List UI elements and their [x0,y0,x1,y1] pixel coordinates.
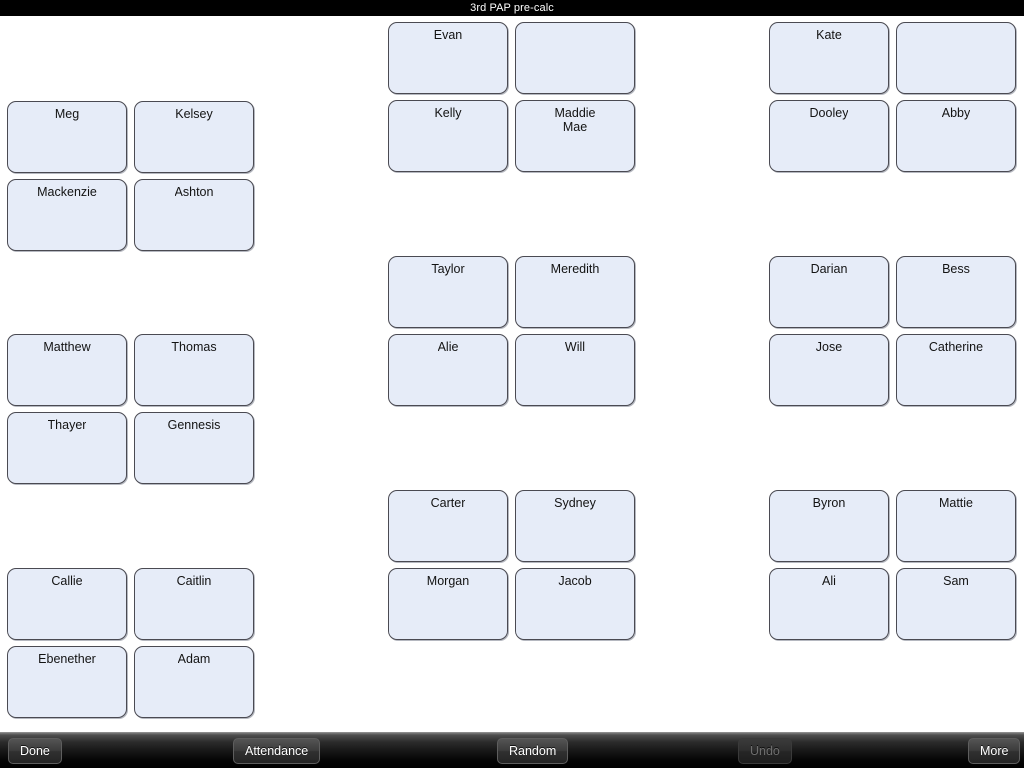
undo-button: Undo [738,738,792,764]
student-name: Mackenzie [37,185,97,199]
seating-chart-canvas[interactable]: Meg Kelsey Mackenzie Ashton Evan Kelly Maddie … [0,16,1024,732]
student-name: Thomas [171,340,217,354]
student-name: Bess [942,262,970,276]
student-name: Caitlin [176,574,212,588]
student-name: Callie [51,574,83,588]
student-name: Ebenether [38,652,96,666]
student-seat-card[interactable]: Matthew [7,334,127,406]
student-seat-card[interactable]: Sam [896,568,1016,640]
student-seat-card[interactable]: Gennesis [134,412,254,484]
student-name: Matthew [43,340,91,354]
student-name: Dooley [809,106,849,120]
student-name: Morgan [426,574,470,588]
student-seat-card[interactable]: Callie [7,568,127,640]
random-button[interactable]: Random [497,738,569,764]
student-name: Mattie [938,496,974,510]
student-seat-card[interactable]: Dooley [769,100,889,172]
student-seat-card[interactable]: Maddie Mae [515,100,635,172]
bottom-toolbar: Done Attendance Random Undo More [0,732,1024,768]
student-name: Carter [430,496,466,510]
student-seat-card[interactable]: Meredith [515,256,635,328]
student-name: Maddie Mae [554,106,596,134]
student-name: Kelsey [175,107,213,121]
seat-group: Matthew Thomas Thayer Gennesis [7,334,254,484]
student-name: Ashton [174,185,214,199]
student-seat-card[interactable]: Bess [896,256,1016,328]
student-seat-card[interactable]: Alie [388,334,508,406]
student-name: Jacob [558,574,592,588]
student-name: Thayer [47,418,87,432]
student-name: Meredith [550,262,600,276]
student-name: Kelly [434,106,462,120]
window-title: 3rd PAP pre-calc [470,1,554,14]
seat-group: Kate Dooley Abby [769,22,1016,172]
more-button[interactable]: More [968,738,1021,764]
student-seat-card[interactable]: Abby [896,100,1016,172]
seat-group: Meg Kelsey Mackenzie Ashton [7,101,254,251]
student-seat-card[interactable]: Jacob [515,568,635,640]
student-seat-card[interactable]: Caitlin [134,568,254,640]
student-name: Evan [433,28,463,42]
student-name: Ali [822,574,836,588]
student-seat-card[interactable]: Ali [769,568,889,640]
student-seat-card[interactable]: Darian [769,256,889,328]
student-name: Alie [437,340,459,354]
student-name: Byron [812,496,846,510]
seat-group: Callie Caitlin Ebenether Adam [7,568,254,718]
student-seat-card[interactable]: Sydney [515,490,635,562]
student-seat-card[interactable]: Evan [388,22,508,94]
student-seat-card[interactable]: Kelly [388,100,508,172]
student-name: Sydney [554,496,596,510]
app-window: 3rd PAP pre-calc Meg Kelsey Mackenzie Ashto… [0,0,1024,768]
student-seat-card[interactable]: Catherine [896,334,1016,406]
student-seat-card[interactable]: Mattie [896,490,1016,562]
student-seat-card[interactable]: Kelsey [134,101,254,173]
student-seat-card[interactable]: Thayer [7,412,127,484]
student-name: Jose [815,340,843,354]
student-name: Sam [943,574,969,588]
student-name: Kate [816,28,842,42]
seat-group: Darian Bess Jose Catherine [769,256,1016,406]
student-name: Will [564,340,586,354]
title-bar: 3rd PAP pre-calc [0,0,1024,16]
student-seat-card[interactable]: Byron [769,490,889,562]
student-name: Abby [941,106,971,120]
seat-group: Taylor Meredith Alie Will [388,256,635,406]
seat-group: Byron Mattie Ali Sam [769,490,1016,640]
student-name: Gennesis [167,418,221,432]
student-seat-card[interactable]: Meg [7,101,127,173]
seat-group: Evan Kelly Maddie Mae [388,22,635,172]
student-seat-card[interactable]: Ebenether [7,646,127,718]
student-seat-card[interactable]: Ashton [134,179,254,251]
student-name: Meg [54,107,80,121]
attendance-button[interactable]: Attendance [233,738,321,764]
student-name: Catherine [928,340,984,354]
student-seat-card[interactable]: Adam [134,646,254,718]
student-seat-card[interactable]: Mackenzie [7,179,127,251]
empty-seat-card[interactable] [896,22,1016,94]
done-button[interactable]: Done [8,738,62,764]
student-seat-card[interactable]: Taylor [388,256,508,328]
empty-seat-card[interactable] [515,22,635,94]
student-name: Taylor [431,262,465,276]
student-seat-card[interactable]: Jose [769,334,889,406]
student-seat-card[interactable]: Kate [769,22,889,94]
student-seat-card[interactable]: Thomas [134,334,254,406]
student-seat-card[interactable]: Carter [388,490,508,562]
student-name: Darian [810,262,848,276]
student-seat-card[interactable]: Morgan [388,568,508,640]
seat-group: Carter Sydney Morgan Jacob [388,490,635,640]
student-seat-card[interactable]: Will [515,334,635,406]
student-name: Adam [177,652,211,666]
